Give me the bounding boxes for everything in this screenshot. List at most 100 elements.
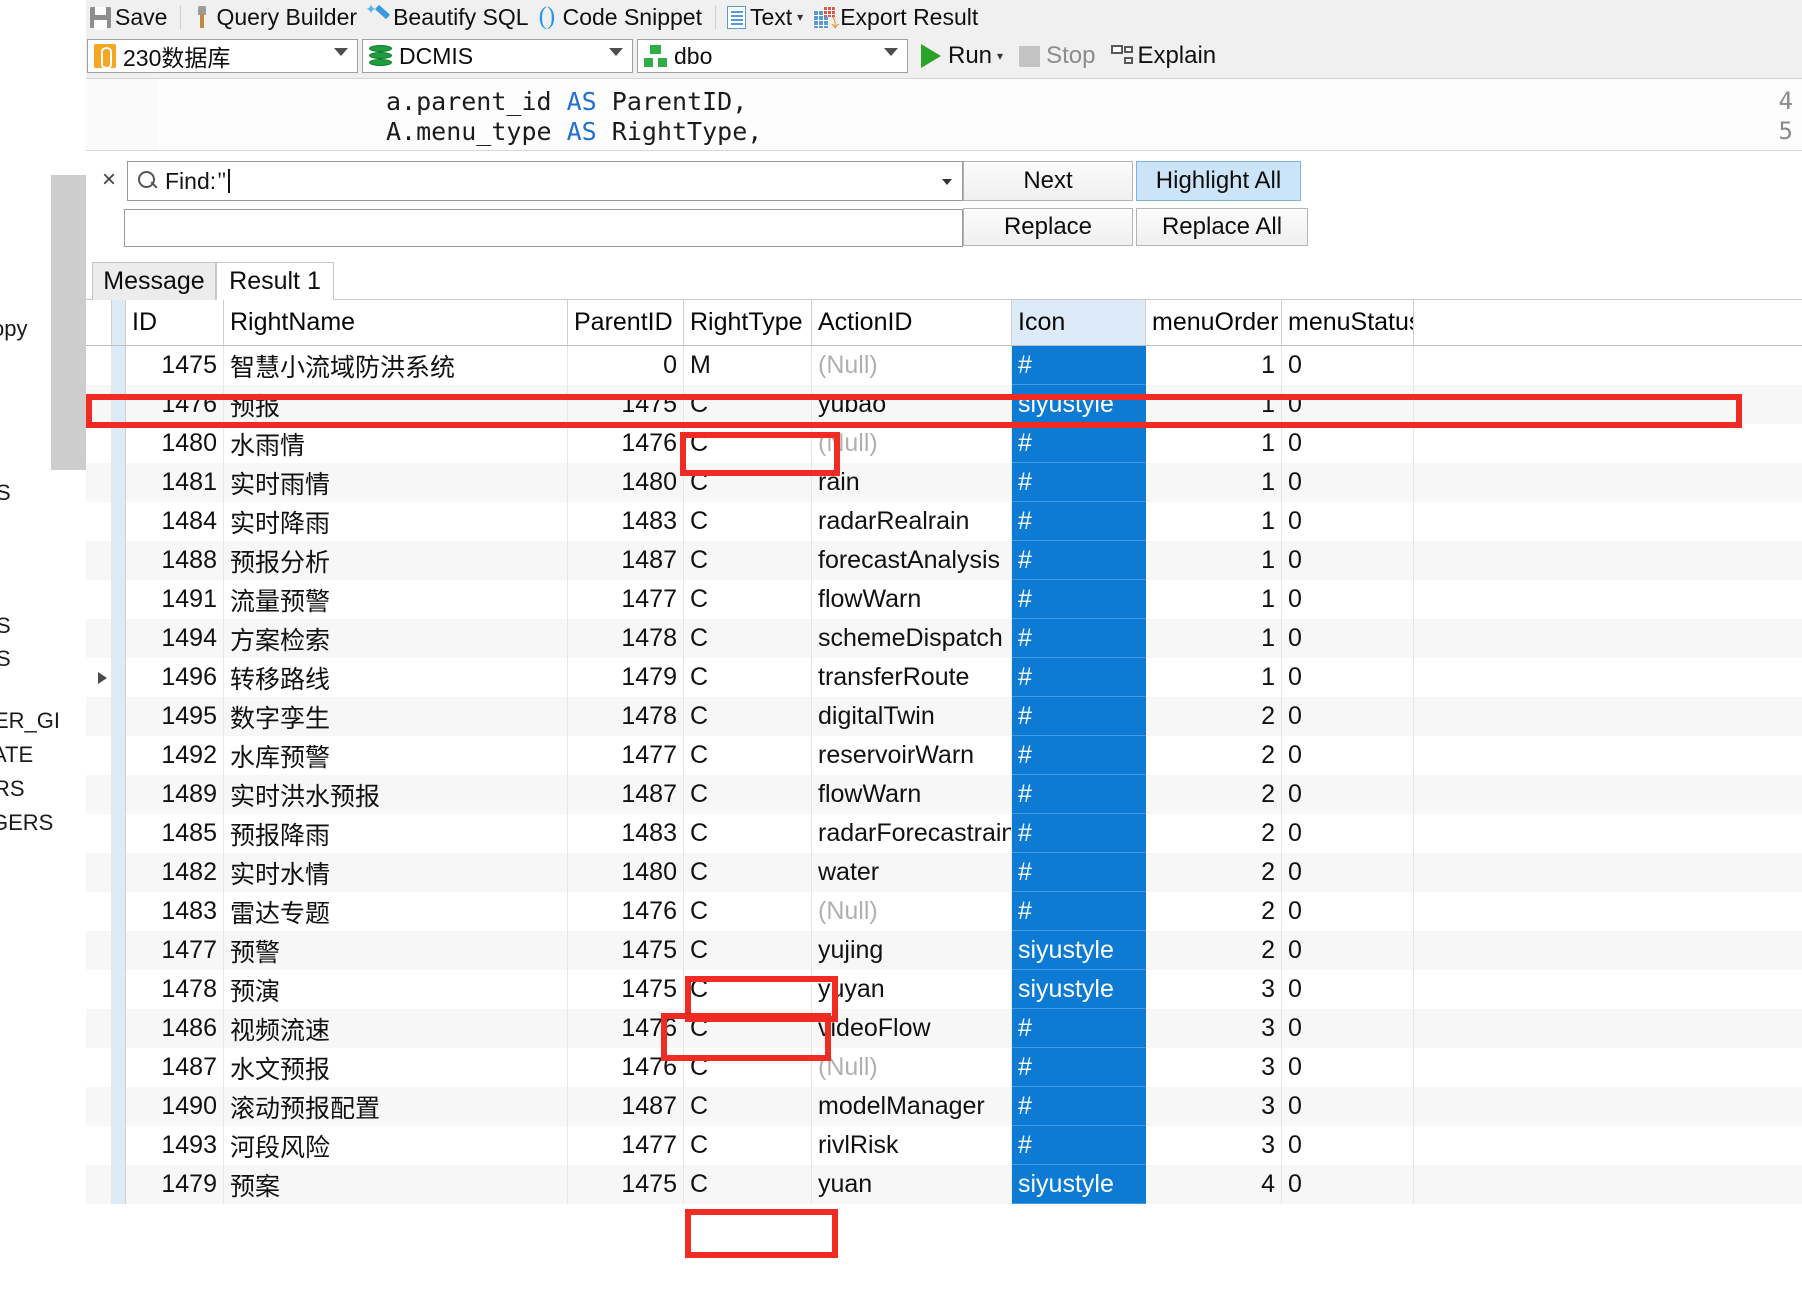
cell-id[interactable]: 1484 <box>126 502 224 541</box>
cell-menuorder[interactable]: 3 <box>1146 1087 1282 1126</box>
row-selector[interactable] <box>112 385 126 424</box>
run-button[interactable]: Run ▾ <box>921 42 1003 70</box>
table-row[interactable]: 1479 预案 1475 Cyuan siyustyle 4 0 <box>86 1165 1802 1204</box>
cell-menustatus[interactable]: 0 <box>1282 892 1414 931</box>
cell-id[interactable]: 1477 <box>126 931 224 970</box>
cell-menuorder[interactable]: 1 <box>1146 346 1282 385</box>
cell-actionid[interactable]: digitalTwin <box>812 697 1012 736</box>
table-row[interactable]: 1491 流量预警 1477 CflowWarn #1 0 <box>86 580 1802 619</box>
cell-menuorder[interactable]: 3 <box>1146 970 1282 1009</box>
cell-actionid[interactable]: yuan <box>812 1165 1012 1204</box>
row-selector[interactable] <box>112 619 126 658</box>
table-row[interactable]: 1475 智慧小流域防洪系统 0 M (Null) #1 0 <box>86 346 1802 385</box>
cell-righttype[interactable]: C <box>684 1048 812 1087</box>
cell-menuorder[interactable]: 1 <box>1146 619 1282 658</box>
cell-menustatus[interactable]: 0 <box>1282 580 1414 619</box>
cell-menuorder[interactable]: 1 <box>1146 502 1282 541</box>
row-selector[interactable] <box>112 1048 126 1087</box>
column-header-icon[interactable]: Icon <box>1012 300 1146 345</box>
row-selector[interactable] <box>112 736 126 775</box>
chevron-down-icon[interactable]: ▾ <box>797 10 803 24</box>
cell-id[interactable]: 1479 <box>126 1165 224 1204</box>
cell-parentid[interactable]: 1476 <box>568 1048 684 1087</box>
table-row[interactable]: 1496 转移路线 1479 CtransferRoute #1 0 <box>86 658 1802 697</box>
save-button[interactable]: Save <box>86 1 173 33</box>
cell-id[interactable]: 1491 <box>126 580 224 619</box>
cell-menuorder[interactable]: 1 <box>1146 424 1282 463</box>
cell-rightname[interactable]: 预报分析 <box>224 541 568 580</box>
cell-icon[interactable]: # <box>1012 463 1146 502</box>
cell-rightname[interactable]: 预演 <box>224 970 568 1009</box>
cell-id[interactable]: 1493 <box>126 1126 224 1165</box>
cell-icon[interactable]: # <box>1012 619 1146 658</box>
row-selector[interactable] <box>112 541 126 580</box>
cell-righttype[interactable]: C <box>684 736 812 775</box>
cell-actionid[interactable]: reservoirWarn <box>812 736 1012 775</box>
cell-rightname[interactable]: 实时雨情 <box>224 463 568 502</box>
cell-menustatus[interactable]: 0 <box>1282 1165 1414 1204</box>
cell-id[interactable]: 1476 <box>126 385 224 424</box>
cell-menustatus[interactable]: 0 <box>1282 814 1414 853</box>
cell-actionid[interactable]: schemeDispatch <box>812 619 1012 658</box>
query-builder-button[interactable]: Query Builder <box>188 1 363 33</box>
cell-parentid[interactable]: 1487 <box>568 775 684 814</box>
cell-rightname[interactable]: 滚动预报配置 <box>224 1087 568 1126</box>
cell-id[interactable]: 1483 <box>126 892 224 931</box>
cell-righttype[interactable]: C <box>684 970 812 1009</box>
code-snippet-button[interactable]: () Code Snippet <box>535 1 708 33</box>
table-row[interactable]: 1495 数字孪生 1478 CdigitalTwin #2 0 <box>86 697 1802 736</box>
highlight-all-button[interactable]: Highlight All <box>1136 161 1301 201</box>
table-row[interactable]: 1490 滚动预报配置 1487 CmodelManager #3 0 <box>86 1087 1802 1126</box>
cell-righttype[interactable]: C <box>684 892 812 931</box>
cell-parentid[interactable]: 1477 <box>568 580 684 619</box>
cell-id[interactable]: 1487 <box>126 1048 224 1087</box>
cell-menustatus[interactable]: 0 <box>1282 385 1414 424</box>
cell-actionid[interactable]: radarForecastrain <box>812 814 1012 853</box>
cell-menustatus[interactable]: 0 <box>1282 424 1414 463</box>
cell-menuorder[interactable]: 1 <box>1146 463 1282 502</box>
cell-righttype[interactable]: C <box>684 385 812 424</box>
cell-rightname[interactable]: 水雨情 <box>224 424 568 463</box>
cell-righttype[interactable]: C <box>684 1126 812 1165</box>
column-header-id[interactable]: ID <box>126 300 224 345</box>
cell-rightname[interactable]: 预警 <box>224 931 568 970</box>
cell-righttype[interactable]: C <box>684 619 812 658</box>
row-selector[interactable] <box>112 1087 126 1126</box>
cell-menuorder[interactable]: 3 <box>1146 1048 1282 1087</box>
stop-button[interactable]: Stop <box>1019 42 1095 70</box>
tab-result-1[interactable]: Result 1 <box>216 262 334 300</box>
cell-menustatus[interactable]: 0 <box>1282 541 1414 580</box>
cell-actionid[interactable]: rivlRisk <box>812 1126 1012 1165</box>
column-header-righttype[interactable]: RightType <box>684 300 812 345</box>
cell-parentid[interactable]: 1476 <box>568 892 684 931</box>
cell-menuorder[interactable]: 2 <box>1146 892 1282 931</box>
table-row[interactable]: 1485 预报降雨 1483 CradarForecastrain #2 0 <box>86 814 1802 853</box>
export-result-button[interactable]: ⤵ Export Result <box>809 1 984 33</box>
chevron-down-icon[interactable] <box>942 179 952 185</box>
cell-menuorder[interactable]: 3 <box>1146 1009 1282 1048</box>
cell-id[interactable]: 1485 <box>126 814 224 853</box>
cell-parentid[interactable]: 1487 <box>568 541 684 580</box>
row-selector[interactable] <box>112 1126 126 1165</box>
cell-actionid[interactable]: transferRoute <box>812 658 1012 697</box>
table-row[interactable]: 1488 预报分析 1487 CforecastAnalysis #1 0 <box>86 541 1802 580</box>
cell-icon[interactable]: # <box>1012 1126 1146 1165</box>
cell-actionid[interactable]: yubao <box>812 385 1012 424</box>
cell-rightname[interactable]: 实时降雨 <box>224 502 568 541</box>
replace-button[interactable]: Replace <box>963 208 1133 246</box>
table-row[interactable]: 1493 河段风险 1477 CrivlRisk #3 0 <box>86 1126 1802 1165</box>
chevron-down-icon[interactable]: ▾ <box>997 49 1003 63</box>
table-row[interactable]: 1476 预报 1475 Cyubao siyustyle 1 0 <box>86 385 1802 424</box>
cell-rightname[interactable]: 数字孪生 <box>224 697 568 736</box>
cell-icon[interactable]: # <box>1012 775 1146 814</box>
cell-icon[interactable]: # <box>1012 346 1146 385</box>
cell-parentid[interactable]: 0 <box>568 346 684 385</box>
cell-parentid[interactable]: 1476 <box>568 424 684 463</box>
cell-menustatus[interactable]: 0 <box>1282 346 1414 385</box>
cell-id[interactable]: 1494 <box>126 619 224 658</box>
cell-parentid[interactable]: 1475 <box>568 931 684 970</box>
cell-icon[interactable]: # <box>1012 697 1146 736</box>
cell-actionid[interactable]: forecastAnalysis <box>812 541 1012 580</box>
column-header-menustatus[interactable]: menuStatus <box>1282 300 1414 345</box>
cell-parentid[interactable]: 1477 <box>568 736 684 775</box>
